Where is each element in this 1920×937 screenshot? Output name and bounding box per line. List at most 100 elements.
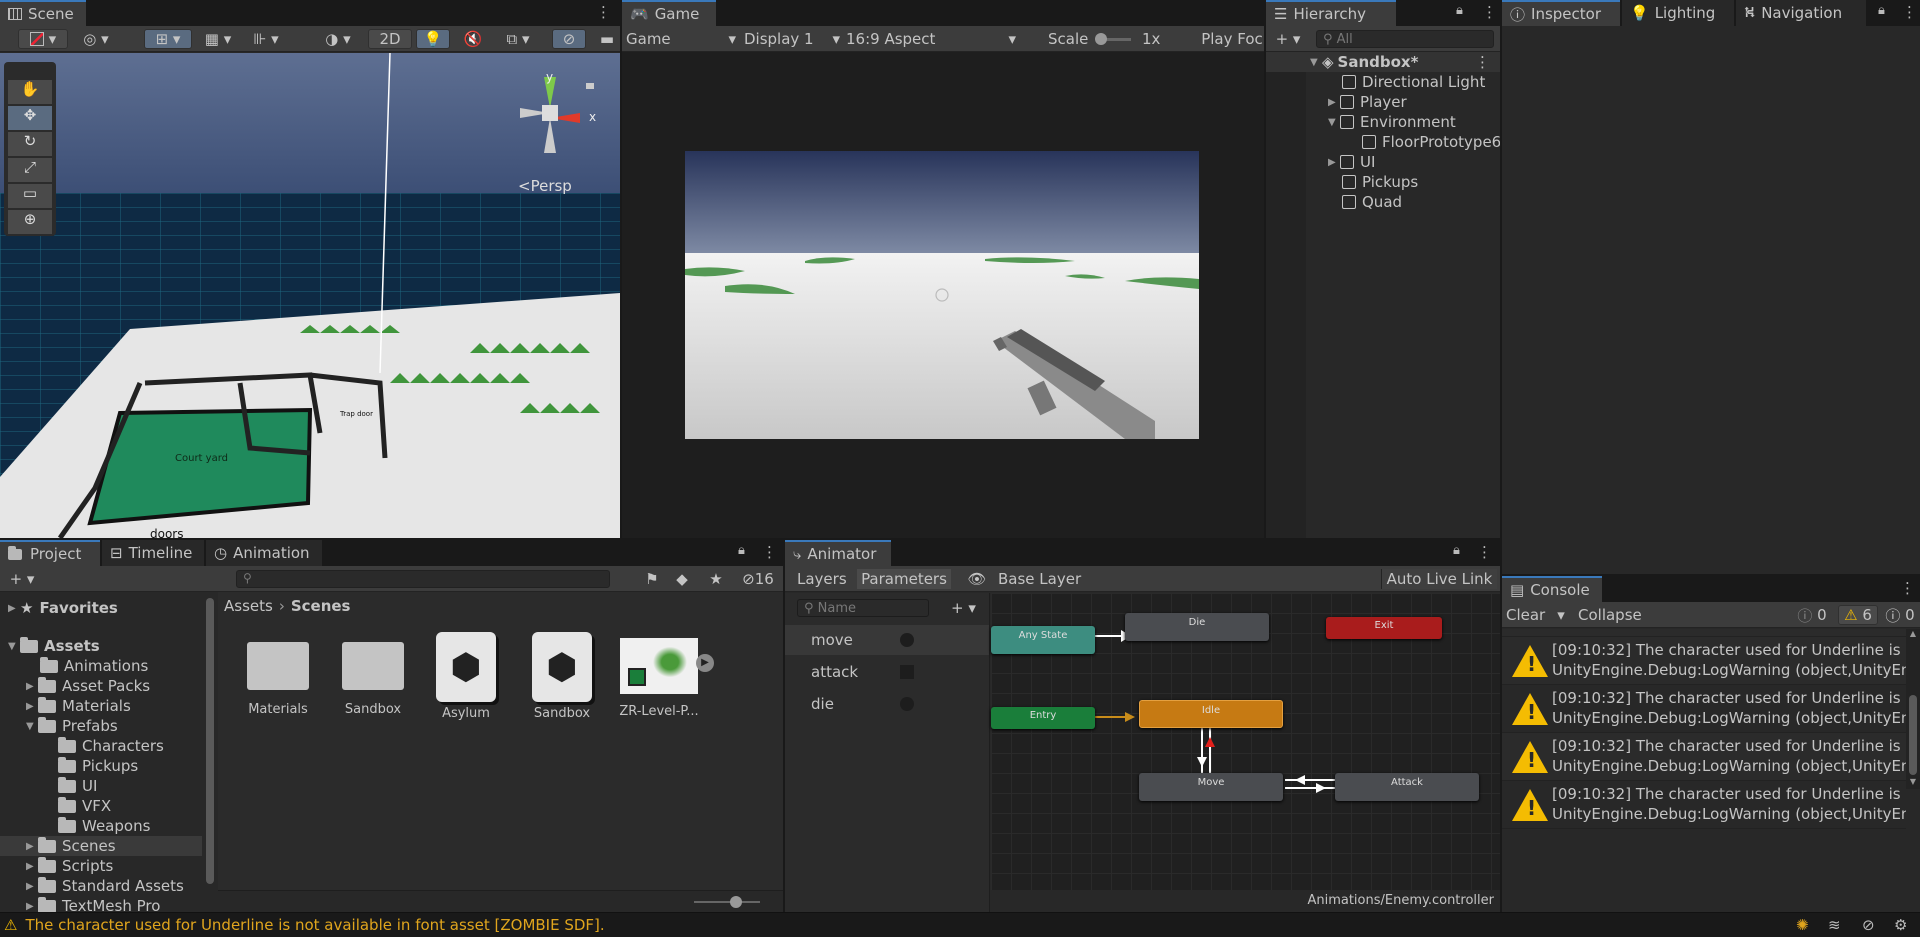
folder-standard-assets[interactable]: ▶ Standard Assets [26,876,184,896]
expand-arrow-icon[interactable]: ▼ [1310,57,1322,68]
rect-tool-icon[interactable]: ▭ [8,184,52,208]
scene-menu-icon[interactable]: ⋮ [1475,53,1490,71]
lock-icon[interactable]: 🔒︎ [738,543,745,558]
folder-vfx[interactable]: VFX [58,796,111,816]
layers-tab[interactable]: Layers [797,569,847,589]
hierarchy-item-pickups[interactable]: Pickups [1342,172,1418,192]
hierarchy-item-floorprototype[interactable]: FloorPrototype64 [1362,132,1500,152]
scroll-thumb[interactable] [1909,695,1917,775]
base-layer-breadcrumb[interactable]: Base Layer [998,569,1081,589]
expand-arrow-icon[interactable]: ▶ [26,681,38,692]
hierarchy-item-environment[interactable]: ▼ Environment [1328,112,1456,132]
tree-scrollbar[interactable] [206,598,214,884]
lighting-toggle-icon[interactable]: 💡 [416,29,450,49]
expand-arrow-icon[interactable]: ▶ [26,881,38,892]
expand-arrow-icon[interactable]: ▼ [26,721,38,732]
lock-icon[interactable]: 🔒︎ [1878,3,1885,18]
hand-tool-icon[interactable]: ✋ [8,80,52,104]
thumbnail-size-slider[interactable] [694,896,760,908]
asset-tile-asylum-scene[interactable]: ⬢ Asylum [426,632,506,732]
expand-arrow-icon[interactable]: ▼ [1328,117,1340,128]
folder-scripts[interactable]: ▶ Scripts [26,856,113,876]
parameters-tab[interactable]: Parameters [857,569,951,589]
hierarchy-menu-icon[interactable]: ⋮ [1482,3,1497,21]
folder-materials[interactable]: ▶ Materials [26,696,131,716]
console-scrollbar[interactable]: ▲ ▼ [1906,629,1920,789]
status-message[interactable]: ⚠ The character used for Underline is no… [4,916,605,934]
tab-project[interactable]: Project [0,540,100,566]
create-asset-button[interactable]: + ▾ [6,569,38,589]
hierarchy-item-quad[interactable]: Quad [1342,192,1402,212]
assets-root-row[interactable]: ▼ Assets [8,636,100,656]
favorite-star-icon[interactable]: ★ [706,569,726,589]
gizmo-snap-button[interactable]: ⊞ ▾ [144,29,192,49]
scale-slider-handle[interactable] [1095,33,1107,45]
folder-characters[interactable]: Characters [58,736,164,756]
draw-mode-button[interactable]: ▾ [18,29,68,49]
expand-arrow-icon[interactable]: ▶ [26,701,38,712]
tab-game[interactable]: 🎮 Game [622,0,716,26]
scale-slider[interactable] [1095,33,1131,45]
scroll-up-icon[interactable]: ▲ [1906,629,1920,641]
folder-ui[interactable]: UI [58,776,97,796]
expand-arrow-icon[interactable]: ▶ [26,901,38,912]
animator-menu-icon[interactable]: ⋮ [1477,543,1492,561]
favorites-row[interactable]: ▶ ★ Favorites [8,598,118,618]
tab-lighting[interactable]: 💡 Lighting [1622,0,1734,26]
clear-button[interactable]: Clear [1506,605,1545,625]
globe-icon[interactable]: ◎ ▾ [76,29,116,49]
hierarchy-search-input[interactable]: ⚲ All [1316,30,1494,48]
animator-graph[interactable]: Any State Die Exit Entry Idle Move Attac… [991,593,1500,912]
expand-arrow-icon[interactable]: ▶ [26,861,38,872]
tab-animator[interactable]: ⤷ Animator [785,540,891,566]
parameter-name-input[interactable]: ⚲ Name [797,599,929,617]
folder-textmesh-pro[interactable]: ▶ TextMesh Pro [26,896,160,912]
state-idle[interactable]: Idle [1139,700,1283,728]
state-move[interactable]: Move [1139,773,1283,801]
tab-navigation[interactable]: ⛕ Navigation [1736,0,1866,26]
expand-arrow-icon[interactable]: ▶ [1328,157,1340,168]
log-entry-partial[interactable] [1502,629,1906,637]
render-mode-icon[interactable]: ◑ ▾ [318,29,358,49]
breadcrumb-scenes[interactable]: Scenes [291,597,351,615]
breadcrumb-assets[interactable]: Assets [224,597,273,615]
expand-arrow-icon[interactable]: ▶ [26,841,38,852]
cache-server-icon[interactable]: ≋ [1828,916,1841,934]
warning-count-toggle[interactable]: ⚠ 6 [1838,605,1878,625]
asset-tile-sandbox-scene[interactable]: ⬢ Sandbox [522,632,602,732]
scroll-down-icon[interactable]: ▼ [1906,777,1920,789]
persp-label[interactable]: <Persp [518,177,572,195]
audio-toggle-icon[interactable]: 🔇 [458,29,488,49]
add-parameter-button[interactable]: + ▾ [951,599,976,617]
expand-arrow-icon[interactable]: ▶ [1328,97,1340,108]
increment-snap-icon[interactable]: ⊪ ▾ [246,29,286,49]
state-exit[interactable]: Exit [1326,617,1442,639]
inspector-menu-icon[interactable]: ⋮ [1902,3,1917,21]
parameter-row-move[interactable]: move [785,625,989,655]
label-filter-icon[interactable]: ◆ [672,569,692,589]
game-mode-dropdown[interactable]: Game ▾ [626,29,736,49]
folder-prefabs[interactable]: ▼ Prefabs [26,716,118,736]
hidden-objects-icon[interactable]: ⊘ [552,29,586,49]
bool-checkbox[interactable] [900,665,914,679]
tab-console[interactable]: ▤ Console [1502,576,1602,602]
trigger-radio[interactable] [900,697,914,711]
state-any-state[interactable]: Any State [991,626,1095,654]
folder-scenes[interactable]: ▶ Scenes [0,836,202,856]
tab-hierarchy[interactable]: ☰ Hierarchy [1266,0,1396,26]
folder-animations[interactable]: Animations [40,656,148,676]
hidden-packages-button[interactable]: ⊘ 16 [736,569,780,589]
scene-root-row[interactable]: ▼ ◈ Sandbox* ⋮ [1266,52,1500,72]
search-by-type-icon[interactable]: ⚑ [642,569,662,589]
aspect-dropdown[interactable]: 16:9 Aspect ▾ [846,29,1016,49]
parameter-row-die[interactable]: die [785,689,989,719]
log-entry[interactable]: ! [09:10:32] The character used for Unde… [1502,781,1906,829]
error-count-toggle[interactable]: ⓘ 0 [1882,605,1918,625]
transform-tool-icon[interactable]: ⊕ [8,210,52,234]
console-menu-icon[interactable]: ⋮ [1900,579,1915,597]
game-view[interactable] [685,151,1199,439]
toggle-2d-button[interactable]: 2D [368,29,412,49]
play-focused-dropdown[interactable]: Play Foc [1200,29,1264,49]
lighting-baking-icon[interactable]: ✺ [1796,916,1809,934]
log-entry[interactable]: ! [09:10:32] The character used for Unde… [1502,685,1906,733]
